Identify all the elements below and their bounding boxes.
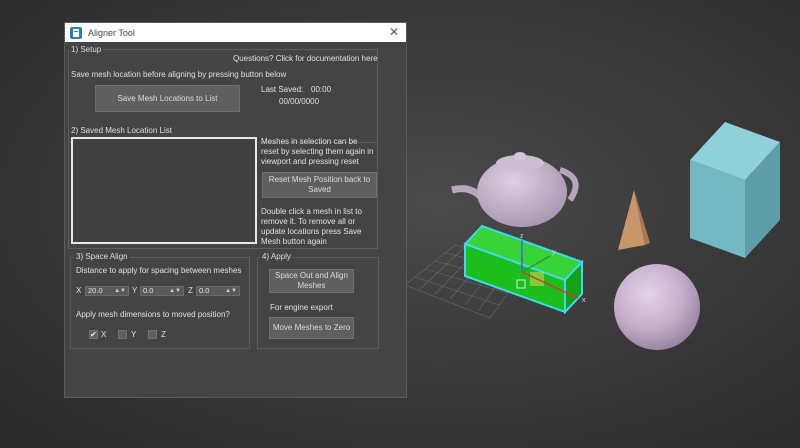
distance-x-label: X — [76, 286, 82, 295]
axis-z-label: z — [520, 233, 524, 240]
space-align-group-label: 3) Space Align — [74, 252, 130, 261]
aligner-tool-window: Aligner Tool ✕ 1) Setup Questions? Click… — [64, 22, 407, 398]
apply-dims-y-label: Y — [131, 330, 137, 339]
reset-info-text: Meshes in selection can be reset by sele… — [261, 137, 374, 166]
selected-green-box[interactable] — [463, 224, 584, 315]
spinner-arrows-icon[interactable]: ▲▼ — [114, 287, 126, 295]
distance-z-spinner[interactable]: 0.0 ▲▼ — [196, 286, 240, 296]
spinner-arrows-icon[interactable]: ▲▼ — [169, 287, 181, 295]
distance-z-label: Z — [188, 286, 193, 295]
saved-list-group-label: 2) Saved Mesh Location List — [69, 126, 174, 135]
distance-x-spinner[interactable]: 20.0 ▲▼ — [85, 286, 129, 296]
app-icon — [70, 26, 82, 39]
last-saved-date: 00/00/0000 — [279, 97, 320, 106]
engine-export-label: For engine export — [270, 303, 333, 312]
apply-dims-z-checkbox[interactable] — [148, 330, 157, 339]
apply-dims-y-checkbox[interactable] — [118, 330, 127, 339]
window-title: Aligner Tool — [88, 27, 135, 38]
reset-mesh-position-button[interactable]: Reset Mesh Position back to Saved — [262, 172, 377, 198]
title-bar[interactable]: Aligner Tool ✕ — [65, 23, 406, 42]
documentation-link[interactable]: Questions? Click for documentation here — [233, 54, 378, 64]
axis-x-label: x — [582, 297, 586, 304]
sphere-mesh[interactable] — [614, 264, 700, 350]
saved-mesh-listbox[interactable] — [71, 137, 257, 244]
apply-dims-x-checkbox[interactable]: ✔ — [89, 330, 98, 339]
teapot-knob — [514, 152, 526, 160]
close-icon[interactable]: ✕ — [389, 25, 399, 39]
last-saved-time: 00:00 — [311, 85, 332, 94]
save-mesh-locations-button[interactable]: Save Mesh Locations to List — [95, 85, 240, 112]
distance-y-label: Y — [132, 286, 138, 295]
setup-instruction: Save mesh location before aligning by pr… — [71, 70, 287, 79]
spinner-arrows-icon[interactable]: ▲▼ — [225, 287, 237, 295]
last-saved-label: Last Saved: — [261, 85, 304, 94]
move-meshes-to-zero-button[interactable]: Move Meshes to Zero — [269, 317, 354, 339]
distance-label: Distance to apply for spacing between me… — [76, 266, 242, 275]
axis-y-label: y — [552, 249, 556, 256]
space-out-align-button[interactable]: Space Out and Align Meshes — [269, 269, 354, 293]
teapot-mesh[interactable] — [451, 152, 579, 227]
setup-group-label: 1) Setup — [69, 45, 104, 54]
apply-dims-z-label: Z — [161, 330, 166, 339]
checkmark-icon: ✔ — [90, 330, 97, 339]
apply-group-label: 4) Apply — [260, 252, 293, 261]
distance-z-value: 0.0 — [199, 286, 210, 295]
cone-mesh[interactable] — [618, 190, 650, 250]
distance-y-value: 0.0 — [143, 286, 154, 295]
distance-y-spinner[interactable]: 0.0 ▲▼ — [140, 286, 184, 296]
remove-info-text: Double click a mesh in list to remove it… — [261, 207, 362, 246]
apply-dimensions-label: Apply mesh dimensions to moved position? — [76, 310, 230, 319]
distance-x-value: 20.0 — [88, 286, 103, 295]
cyan-box-mesh[interactable] — [690, 122, 780, 258]
apply-dims-x-label: X — [101, 330, 107, 339]
